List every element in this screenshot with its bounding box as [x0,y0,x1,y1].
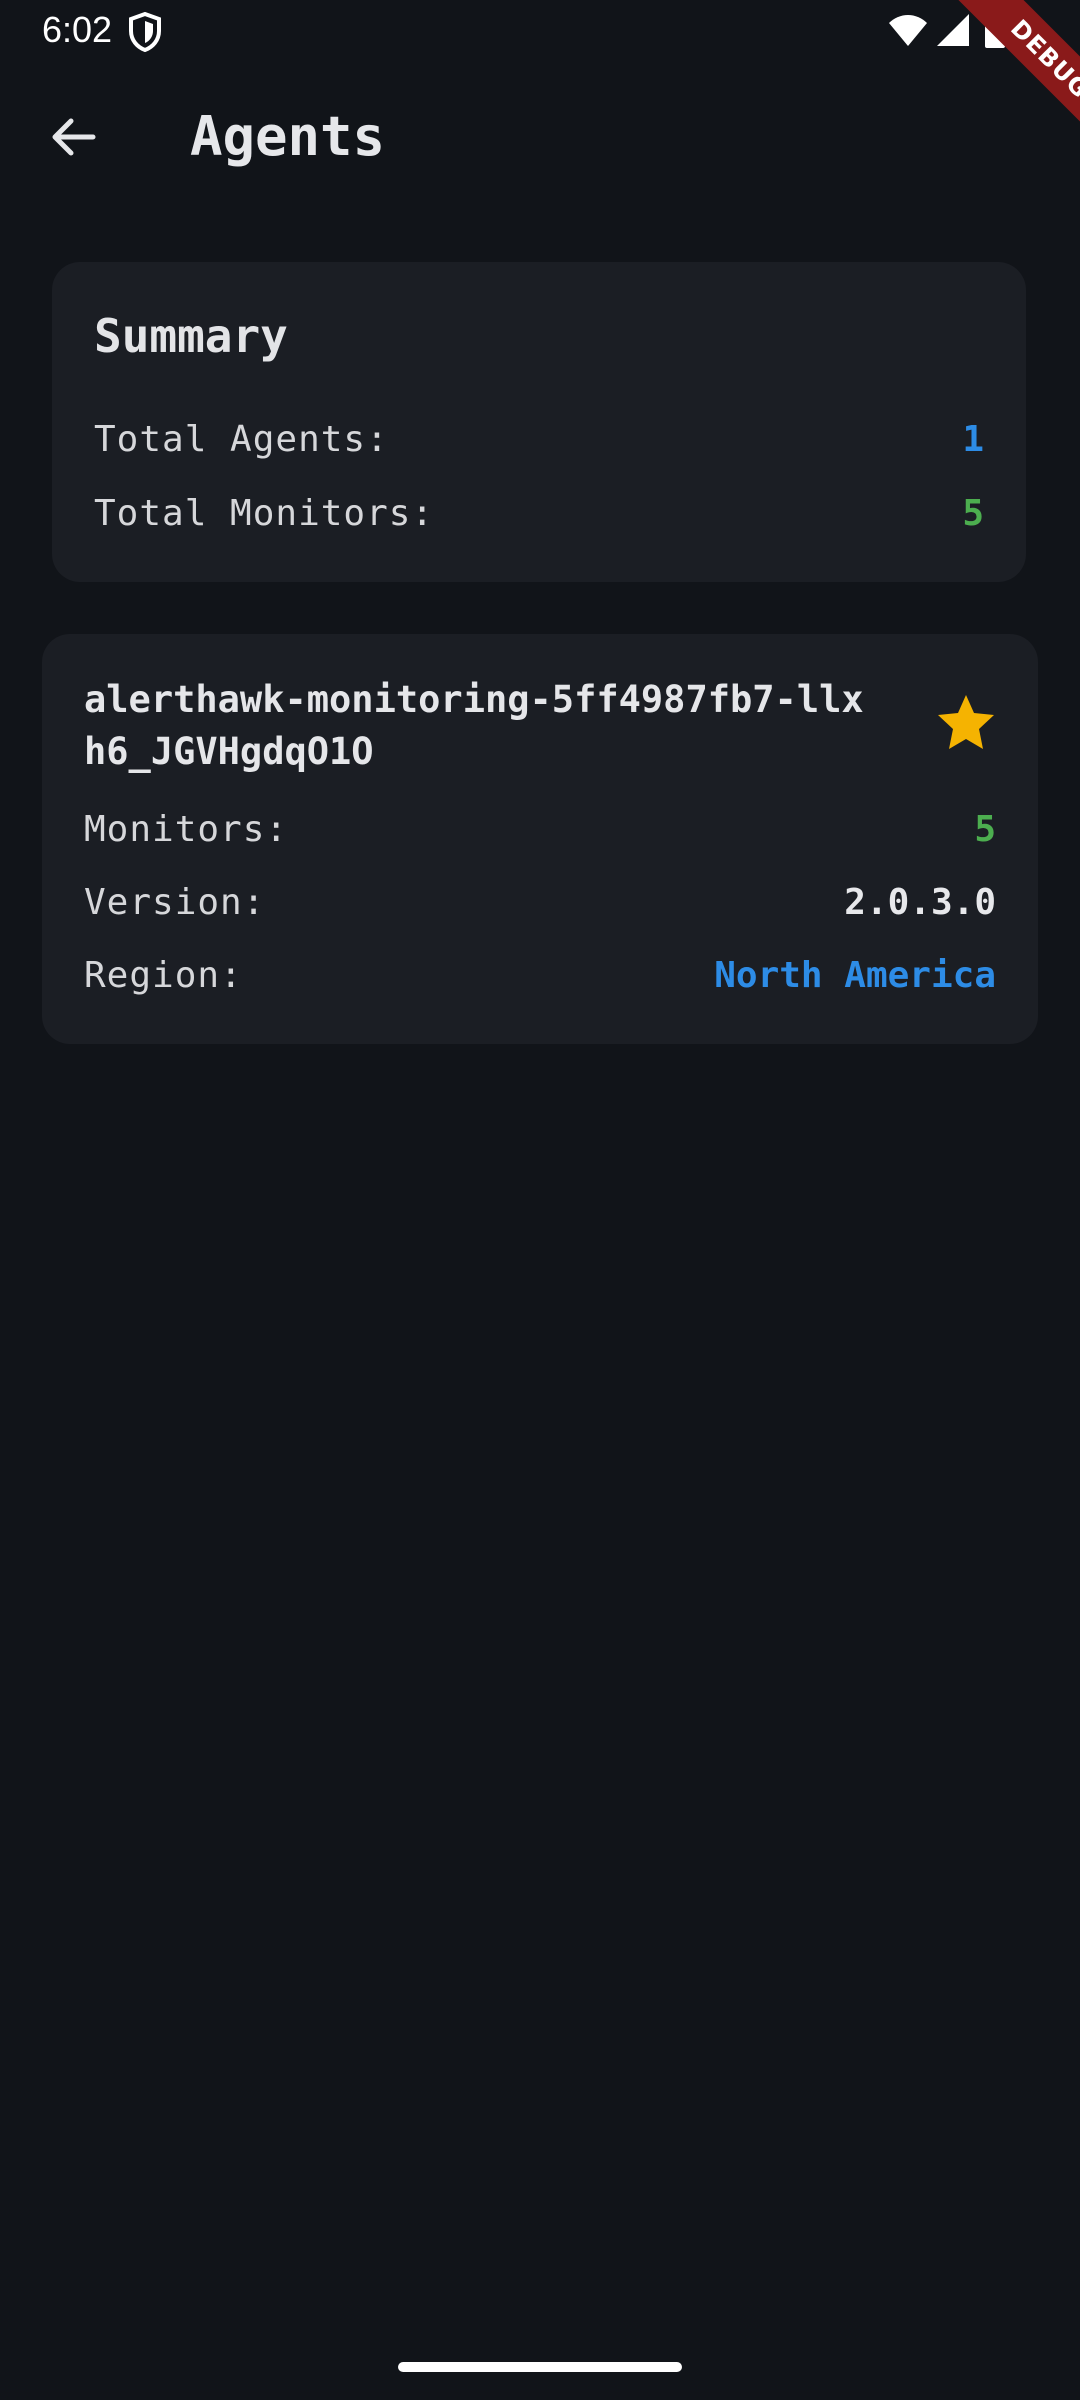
agent-version-value: 2.0.3.0 [844,881,996,923]
total-agents-row: Total Agents: 1 [94,414,984,464]
shield-icon [129,12,161,52]
back-button[interactable] [40,104,106,170]
agent-version-row: Version: 2.0.3.0 [84,877,996,927]
agent-region-label: Region: [84,954,243,996]
total-monitors-row: Total Monitors: 5 [94,488,984,538]
app-bar: Agents [0,64,1080,212]
summary-card: Summary Total Agents: 1 Total Monitors: … [52,262,1026,582]
arrow-back-icon [52,118,96,156]
agent-card[interactable]: alerthawk-monitoring-5ff4987fb7-llxh6_JG… [42,634,1038,1044]
agent-name: alerthawk-monitoring-5ff4987fb7-llxh6_JG… [84,678,864,773]
total-agents-value: 1 [962,418,984,460]
agent-monitors-value: 5 [974,808,996,850]
agent-version-label: Version: [84,881,266,923]
total-agents-label: Total Agents: [94,418,389,460]
agent-monitors-label: Monitors: [84,808,289,850]
total-monitors-label: Total Monitors: [94,492,435,534]
star-icon[interactable] [936,692,996,752]
home-indicator[interactable] [398,2362,682,2372]
summary-title: Summary [94,309,288,363]
agent-region-value: North America [714,954,996,996]
status-time: 6:02 [42,9,113,50]
total-monitors-value: 5 [962,492,984,534]
agent-monitors-row: Monitors: 5 [84,804,996,854]
page-title: Agents [190,105,386,168]
agent-region-row: Region: North America [84,950,996,1000]
